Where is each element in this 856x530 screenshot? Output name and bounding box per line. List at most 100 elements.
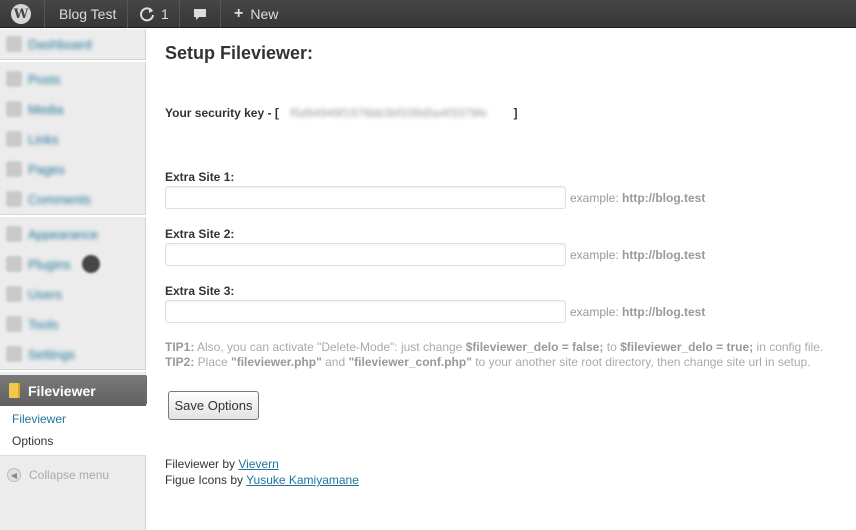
submenu-item-fileviewer[interactable]: Fileviewer xyxy=(12,412,66,426)
sidebar-item-label: Posts xyxy=(28,71,61,87)
collapse-menu-label: Collapse menu xyxy=(29,468,110,482)
extra-site-2-example: example: http://blog.test xyxy=(570,248,705,262)
plus-icon: + xyxy=(234,5,244,22)
example-url: http://blog.test xyxy=(622,305,706,319)
users-icon xyxy=(6,286,22,302)
extra-site-1-label: Extra Site 1: xyxy=(165,170,235,184)
admin-bar-separator xyxy=(179,0,180,28)
settings-icon xyxy=(6,346,22,362)
example-url: http://blog.test xyxy=(622,248,706,262)
security-key-label: Your security key - [ xyxy=(165,106,279,120)
links-icon xyxy=(6,131,22,147)
collapse-menu-button[interactable]: ◀ Collapse menu xyxy=(0,465,146,485)
sidebar-item-comments[interactable]: Comments xyxy=(0,184,146,214)
example-prefix: example: xyxy=(570,305,623,319)
media-icon xyxy=(6,101,22,117)
icons-author-link[interactable]: Yusuke Kamiyamane xyxy=(246,473,359,487)
tip-text: to xyxy=(603,340,621,354)
wp-logo-glyph: W xyxy=(11,4,31,24)
extra-site-1-input[interactable] xyxy=(165,186,566,209)
tip-text: Place xyxy=(194,355,232,369)
extra-site-2-input[interactable] xyxy=(165,243,566,266)
sidebar-item-media[interactable]: Media xyxy=(0,94,146,124)
comments-link[interactable] xyxy=(192,0,208,28)
plugins-icon xyxy=(6,256,22,272)
sidebar-item-dashboard[interactable]: Dashboard xyxy=(0,29,146,59)
appearance-icon xyxy=(6,226,22,242)
sidebar-item-appearance[interactable]: Appearance xyxy=(0,219,146,249)
tip-2-head: TIP2: xyxy=(165,355,195,369)
tip-code: "fileviewer.php" xyxy=(231,355,322,369)
credit-fileviewer: Fileviewer by Vievern xyxy=(165,457,279,471)
refresh-icon xyxy=(140,7,154,22)
sidebar-item-label: Appearance xyxy=(28,226,99,242)
tip-code: "fileviewer_conf.php" xyxy=(348,355,472,369)
fileviewer-submenu: Fileviewer Options xyxy=(0,406,146,456)
extra-site-2-label: Extra Site 2: xyxy=(165,227,235,241)
security-key-row: Your security key - [ f5d64949f1976bb3bf… xyxy=(165,106,518,120)
admin-bar: W Blog Test 1 + New xyxy=(0,0,856,28)
tip-1-head: TIP1: xyxy=(165,340,195,354)
tip-text: to your another site root directory, the… xyxy=(471,355,811,369)
admin-sidebar: Dashboard Posts Media Links Pages Commen… xyxy=(0,29,156,530)
submenu-item-options[interactable]: Options xyxy=(12,434,53,448)
tip-text: Also, you can activate "Delete-Mode": ju… xyxy=(194,340,466,354)
collapse-arrow-icon: ◀ xyxy=(7,468,21,482)
menu-separator xyxy=(0,59,146,62)
admin-bar-separator xyxy=(220,0,221,28)
dashboard-icon xyxy=(6,36,22,52)
credit-prefix: Figue Icons by xyxy=(165,473,247,487)
menu-separator xyxy=(0,214,146,217)
example-url: http://blog.test xyxy=(622,191,706,205)
sidebar-item-links[interactable]: Links xyxy=(0,124,146,154)
save-options-button[interactable]: Save Options xyxy=(168,391,259,420)
admin-bar-separator xyxy=(44,0,45,28)
sidebar-item-tools[interactable]: Tools xyxy=(0,309,146,339)
page-title: Setup Fileviewer: xyxy=(165,43,314,63)
admin-bar-separator xyxy=(127,0,128,28)
current-menu-label: Fileviewer xyxy=(28,382,96,399)
comments-icon xyxy=(6,191,22,207)
posts-icon xyxy=(6,71,22,87)
sidebar-item-posts[interactable]: Posts xyxy=(0,64,146,94)
site-name-link[interactable]: Blog Test xyxy=(59,0,116,28)
tip-1: TIP1: Also, you can activate "Delete-Mod… xyxy=(165,340,845,355)
tools-icon xyxy=(6,316,22,332)
updates-link[interactable]: 1 xyxy=(139,0,169,28)
main-content: Setup Fileviewer: Your security key - [ … xyxy=(147,29,856,530)
menu-separator xyxy=(0,369,146,372)
new-label: New xyxy=(250,6,279,22)
sidebar-item-plugins[interactable]: Plugins xyxy=(0,249,146,279)
sidebar-item-label: Plugins xyxy=(28,256,71,272)
credit-prefix: Fileviewer by xyxy=(165,457,239,471)
extra-site-3-input[interactable] xyxy=(165,300,566,323)
tips-block: TIP1: Also, you can activate "Delete-Mod… xyxy=(165,340,845,370)
sidebar-item-label: Comments xyxy=(28,191,91,207)
sidebar-item-label: Media xyxy=(28,101,64,117)
tip-text: and xyxy=(321,355,349,369)
sidebar-item-label: Pages xyxy=(28,161,65,177)
updates-count: 1 xyxy=(161,6,169,22)
sidebar-item-pages[interactable]: Pages xyxy=(0,154,146,184)
sidebar-item-settings[interactable]: Settings xyxy=(0,339,146,369)
author-link[interactable]: Vievern xyxy=(238,457,278,471)
tip-2: TIP2: Place "fileviewer.php" and "filevi… xyxy=(165,355,845,370)
comment-bubble-icon xyxy=(194,9,206,20)
fileviewer-icon xyxy=(9,383,20,398)
sidebar-item-users[interactable]: Users xyxy=(0,279,146,309)
new-content-link[interactable]: + New xyxy=(234,0,278,28)
extra-site-3-label: Extra Site 3: xyxy=(165,284,235,298)
credit-icons: Figue Icons by Yusuke Kamiyamane xyxy=(165,473,359,487)
pages-icon xyxy=(6,161,22,177)
sidebar-item-fileviewer[interactable]: Fileviewer xyxy=(0,375,156,406)
plugin-update-badge xyxy=(82,255,100,273)
extra-site-1-example: example: http://blog.test xyxy=(570,191,705,205)
sidebar-item-label: Settings xyxy=(28,346,75,362)
sidebar-item-label: Links xyxy=(28,131,59,147)
wordpress-logo-icon[interactable]: W xyxy=(11,0,33,28)
tip-code: $fileviewer_delo = false; xyxy=(465,340,604,354)
tip-code: $fileviewer_delo = true; xyxy=(620,340,754,354)
tip-text: in config file. xyxy=(753,340,824,354)
extra-site-3-example: example: http://blog.test xyxy=(570,305,705,319)
security-key-close: ] xyxy=(513,106,518,120)
